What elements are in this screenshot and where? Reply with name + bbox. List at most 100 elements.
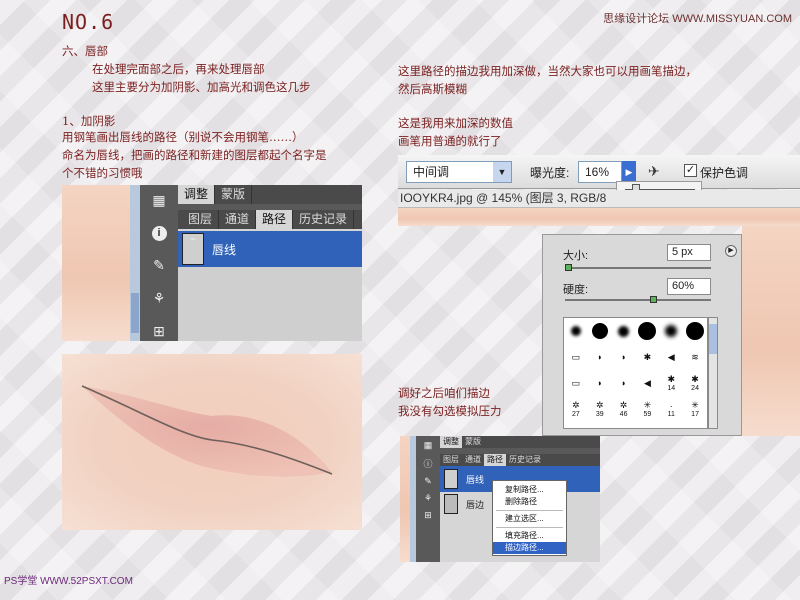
histogram-icon[interactable]: ▦ [424,440,433,451]
path-name: 唇边 [466,499,485,510]
brush-preset[interactable]: ◗ [612,344,636,370]
brush-preset[interactable]: ✲ 27 [564,396,588,422]
tab-channels[interactable]: 通道 [219,210,257,229]
menu-item-make-selection[interactable]: 建立选区... [493,513,566,525]
tab-masks[interactable]: 蒙版 [215,185,253,204]
size-slider-knob[interactable] [564,264,572,271]
chevron-down-icon[interactable]: ▼ [493,162,511,182]
skin-photo-edge [62,185,130,341]
tab-layers[interactable]: 图层 [440,454,462,466]
brush-preset[interactable]: ≋ [683,344,707,370]
brush-preset[interactable]: ✲ 39 [588,396,612,422]
brush-preset[interactable]: · 11 [659,396,683,422]
size-slider-track[interactable] [565,267,711,269]
right-text-2: 然后高斯模糊 [398,82,467,96]
tab-layers[interactable]: 图层 [182,210,220,229]
tool-strip-small: ▦ ⓘ ✎ ⚘ ⊞ [416,436,440,562]
palette-tabs-top: 调整 蒙版 [178,185,362,204]
hardness-label: 硬度: [563,284,589,296]
step-text-3: 个不错的习惯哦 [62,166,143,180]
brush-preset[interactable]: ✱ 14 [659,370,683,396]
clone-source-icon[interactable]: ⚘ [424,493,432,504]
panel-menu-icon[interactable]: ▶ [725,245,737,257]
brush-preset[interactable] [636,318,660,344]
brush-preset[interactable]: ▭ [564,370,588,396]
menu-item-delete-path[interactable]: 删除路径 [493,496,566,508]
tab-paths[interactable]: 路径 [484,454,506,466]
canvas-edge [742,226,800,436]
brush-preset[interactable] [588,318,612,344]
intro-line-1: 在处理完面部之后，再来处理唇部 [92,62,265,76]
lips-photo [62,354,362,530]
brush-preset[interactable]: ◗ [588,344,612,370]
tab-history[interactable]: 历史记录 [506,454,544,466]
tool-preset-icon[interactable]: ⊞ [148,322,170,341]
brush-picker-panel: 大小: 5 px ▶ 硬度: 60% ▭ ◗ ◗ ✱ ◀ ≋ ▭ ◗ ◗ ◀ ✱… [542,234,742,436]
info-icon[interactable]: ⓘ [423,457,432,470]
tab-masks[interactable]: 蒙版 [462,436,484,448]
brush-preset[interactable] [564,318,588,344]
page-title: NO.6 [62,10,115,34]
menu-item-duplicate-path[interactable]: 复制路径... [493,484,566,496]
menu-divider [496,527,563,528]
exposure-input[interactable]: 16% [578,161,622,183]
exposure-slider-toggle[interactable]: ▶ [622,161,636,183]
step-text-1: 用钢笔画出唇线的路径（别说不会用钢笔……） [62,130,304,144]
brush-preset[interactable]: ✳ 17 [683,396,707,422]
histogram-icon[interactable]: ▦ [148,191,170,210]
document-canvas-strip [398,208,800,226]
brush-preset[interactable]: ✲ 46 [612,396,636,422]
intro-line-2: 这里主要分为加阴影、加高光和调色这几步 [92,80,311,94]
protect-tones-checkbox[interactable]: ✓ [684,164,697,177]
info-icon[interactable]: i [148,224,170,243]
exposure-label: 曝光度: [530,166,570,180]
brush-preset[interactable] [659,318,683,344]
step-text-2: 命名为唇线，把画的路径和新建的图层都起个名字是 [62,148,327,162]
preset-scrollbar[interactable] [708,317,718,429]
menu-item-fill-path[interactable]: 填充路径... [493,530,566,542]
section-heading: 六、唇部 [62,44,108,58]
scrollbar[interactable] [130,185,140,341]
brush-preset[interactable]: ▭ [564,344,588,370]
hardness-slider-knob[interactable] [649,296,657,303]
brush-preset-icon[interactable]: ✎ [424,476,432,487]
tool-preset-icon[interactable]: ⊞ [424,510,432,521]
menu-item-stroke-path[interactable]: 描边路径... [493,542,566,554]
path-thumbnail: ~ [182,233,204,265]
path-name: 唇线 [212,242,237,257]
tab-adjustments[interactable]: 调整 [440,436,462,448]
brush-preset[interactable]: ✱ [636,344,660,370]
footer-logo: PS学堂 WWW.52PSXT.COM [4,576,133,587]
airbrush-icon[interactable]: ✈ [648,163,666,181]
range-select[interactable]: 中间调 ▼ [406,161,512,183]
brush-preset[interactable]: ◗ [612,370,636,396]
path-row[interactable]: ~ 唇线 [178,231,362,267]
clone-source-icon[interactable]: ⚘ [148,289,170,308]
brush-preset[interactable]: ◀ [659,344,683,370]
site-watermark: 思缘设计论坛 WWW.MISSYUAN.COM [603,13,792,25]
hardness-input[interactable]: 60% [667,278,711,295]
skin-photo-edge-small [400,436,410,562]
brush-preset[interactable] [683,318,707,344]
tab-channels[interactable]: 通道 [462,454,484,466]
right-text-1: 这里路径的描边我用加深做，当然大家也可以用画笔描边， [398,64,697,78]
paths-panel-screenshot: ▦ i ✎ ⚘ ⊞ 调整 蒙版 图层 通道 路径 历史记录 ~ 唇线 [62,185,362,341]
tab-adjustments[interactable]: 调整 [178,185,216,204]
brush-preset[interactable]: ◀ [636,370,660,396]
burn-options-bar: 中间调 ▼ 曝光度: 16% ▶ ✈ ✓ 保护色调 [398,155,800,197]
path-context-menu: 复制路径... 删除路径 建立选区... 填充路径... 描边路径... [492,480,567,556]
palette-tabs: 图层 通道 路径 历史记录 [178,210,362,229]
tab-history[interactable]: 历史记录 [293,210,355,229]
hardness-slider-track[interactable] [565,299,711,301]
brush-preset-icon[interactable]: ✎ [148,257,170,276]
brush-preset[interactable]: ✳ 59 [636,396,660,422]
size-input[interactable]: 5 px [667,244,711,261]
palette-tabs-top-small: 调整 蒙版 [440,436,600,448]
tab-paths[interactable]: 路径 [256,210,294,229]
brush-preset[interactable]: ◗ [588,370,612,396]
path-thumbnail [444,469,458,489]
palette-tabs-small: 图层 通道 路径 历史记录 [440,454,600,466]
brush-preset[interactable] [612,318,636,344]
brush-preset[interactable]: ✱ 24 [683,370,707,396]
protect-tones-label: 保护色调 [700,166,749,180]
